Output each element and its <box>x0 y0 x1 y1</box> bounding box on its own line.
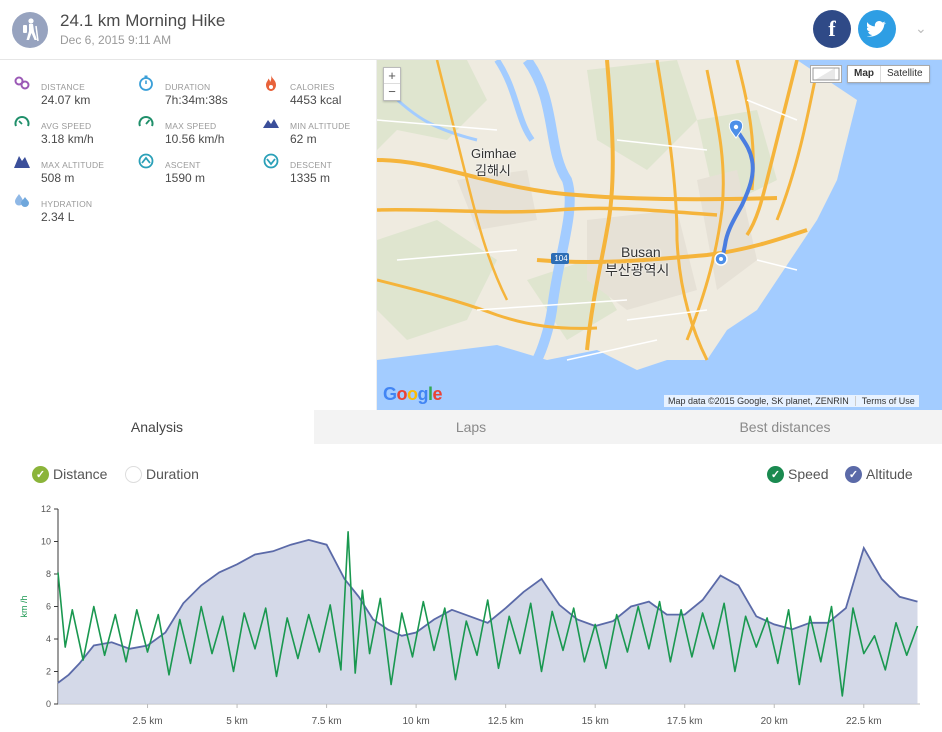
stat-min-altitude: MIN ALTITUDE 62 m <box>263 111 383 146</box>
stat-value: 10.56 km/h <box>165 132 225 146</box>
city-label-busan: Busan <box>621 244 661 260</box>
map-tiles <box>377 60 942 410</box>
tab-best-distances[interactable]: Best distances <box>628 410 942 444</box>
stats-panel: DISTANCE 24.07 km DURATION 7h:34m:38s CA… <box>0 60 377 410</box>
map-type-map-button[interactable]: Map <box>848 66 881 82</box>
twitter-share-button[interactable] <box>858 10 896 48</box>
x-tick-label: 22.5 km <box>846 716 882 727</box>
hiker-icon <box>23 18 39 42</box>
y-tick-label: 8 <box>46 569 51 579</box>
stat-ascent: ASCENT 1590 m <box>138 150 258 185</box>
mountain-high-icon <box>14 156 30 168</box>
tab-analysis[interactable]: Analysis <box>0 410 314 444</box>
y-tick-label: 0 <box>46 699 51 709</box>
stat-avg-speed: AVG SPEED 3.18 km/h <box>14 111 134 146</box>
stat-value: 3.18 km/h <box>41 132 94 146</box>
y-tick-label: 4 <box>46 634 51 644</box>
y-tick-label: 6 <box>46 602 51 612</box>
activity-header: 24.1 km Morning Hike Dec 6, 2015 9:11 AM… <box>0 0 942 60</box>
stat-value: 62 m <box>290 132 317 146</box>
stat-label: HYDRATION <box>41 199 93 209</box>
twitter-bird-icon <box>867 21 887 37</box>
stat-label: DESCENT <box>290 160 333 170</box>
zoom-out-button[interactable]: − <box>384 84 400 100</box>
city-label-busan-ko: 부산광역시 <box>605 262 670 278</box>
stat-descent: DESCENT 1335 m <box>263 150 383 185</box>
x-tick-label: 15 km <box>582 716 609 727</box>
y-tick-label: 2 <box>46 667 51 677</box>
fullscreen-icon <box>812 67 840 81</box>
map-type-control: Map Satellite <box>847 65 930 83</box>
zoom-in-button[interactable]: + <box>384 68 400 84</box>
y-tick-label: 12 <box>41 504 51 514</box>
hiker-avatar <box>12 12 48 48</box>
stat-label: AVG SPEED <box>41 121 92 131</box>
fullscreen-button[interactable] <box>810 65 842 83</box>
stat-value: 24.07 km <box>41 93 91 107</box>
road-shield-label: 104 <box>554 254 568 263</box>
route-end-marker[interactable] <box>714 252 728 266</box>
stat-value: 1335 m <box>290 171 331 185</box>
stat-distance: DISTANCE 24.07 km <box>14 72 134 107</box>
chevron-down-icon[interactable]: ⌄ <box>915 20 927 37</box>
distance-icon <box>14 76 30 90</box>
map-zoom-control: + − <box>383 67 401 101</box>
facebook-share-button[interactable]: f <box>813 10 851 48</box>
stat-label: DURATION <box>165 82 211 92</box>
map-attribution: Map data ©2015 Google, SK planet, ZENRIN… <box>664 395 919 407</box>
terms-link[interactable]: Terms of Use <box>854 396 915 406</box>
stat-value: 2.34 L <box>41 210 75 224</box>
mountain-low-icon <box>263 119 279 128</box>
tab-laps[interactable]: Laps <box>314 410 628 444</box>
map-type-satellite-button[interactable]: Satellite <box>881 66 929 82</box>
y-tick-label: 10 <box>41 537 51 547</box>
stat-label: ASCENT <box>165 160 201 170</box>
analysis-tabs: Analysis Laps Best distances <box>0 410 942 444</box>
stat-max-speed: MAX SPEED 10.56 km/h <box>138 111 258 146</box>
x-tick-label: 12.5 km <box>488 716 524 727</box>
google-logo: Google <box>383 384 443 404</box>
stopwatch-icon <box>139 75 153 91</box>
speed-altitude-chart[interactable]: 0 2 4 6 8 10 12 km /h 2.5 km 5 km 7.5 km 10 km 12.5 … <box>0 444 942 732</box>
stat-label: DISTANCE <box>41 82 85 92</box>
stat-value: 508 m <box>41 171 75 185</box>
stat-label: MAX ALTITUDE <box>41 160 105 170</box>
stat-max-altitude: MAX ALTITUDE 508 m <box>14 150 134 185</box>
x-tick-label: 7.5 km <box>312 716 342 727</box>
city-label-gimhae: Gimhae <box>471 146 517 161</box>
analysis-chart-area: ✓ Distance Duration ✓ Speed ✓ Altitude 0… <box>0 444 942 732</box>
stat-value: 7h:34m:38s <box>165 93 228 107</box>
stat-hydration: HYDRATION 2.34 L <box>14 189 134 224</box>
water-drops-icon <box>15 194 29 207</box>
x-tick-label: 5 km <box>226 716 248 727</box>
stat-value: 1590 m <box>165 171 206 185</box>
stat-label: CALORIES <box>290 82 335 92</box>
stat-value: 4453 kcal <box>290 93 342 107</box>
stat-label: MIN ALTITUDE <box>290 121 351 131</box>
flame-icon <box>266 75 276 91</box>
x-tick-label: 2.5 km <box>133 716 163 727</box>
route-map[interactable]: 104 Gimhae 김해시 Busan 부산광역시 + − Map Satel… <box>377 60 942 410</box>
stat-calories: CALORIES 4453 kcal <box>263 72 383 107</box>
stat-duration: DURATION 7h:34m:38s <box>138 72 258 107</box>
y-axis-title: km /h <box>19 595 29 617</box>
ascent-icon <box>138 153 154 169</box>
attribution-text: Map data ©2015 Google, SK planet, ZENRIN <box>668 396 849 406</box>
activity-title: 24.1 km Morning Hike <box>60 11 226 30</box>
x-tick-label: 20 km <box>761 716 788 727</box>
descent-icon <box>263 153 279 169</box>
speedometer-icon <box>14 116 30 127</box>
x-tick-label: 17.5 km <box>667 716 703 727</box>
city-label-gimhae-ko: 김해시 <box>475 163 511 178</box>
x-tick-label: 10 km <box>403 716 430 727</box>
activity-date: Dec 6, 2015 9:11 AM <box>60 33 172 47</box>
stat-label: MAX SPEED <box>165 121 217 131</box>
speedometer-max-icon <box>138 116 154 127</box>
